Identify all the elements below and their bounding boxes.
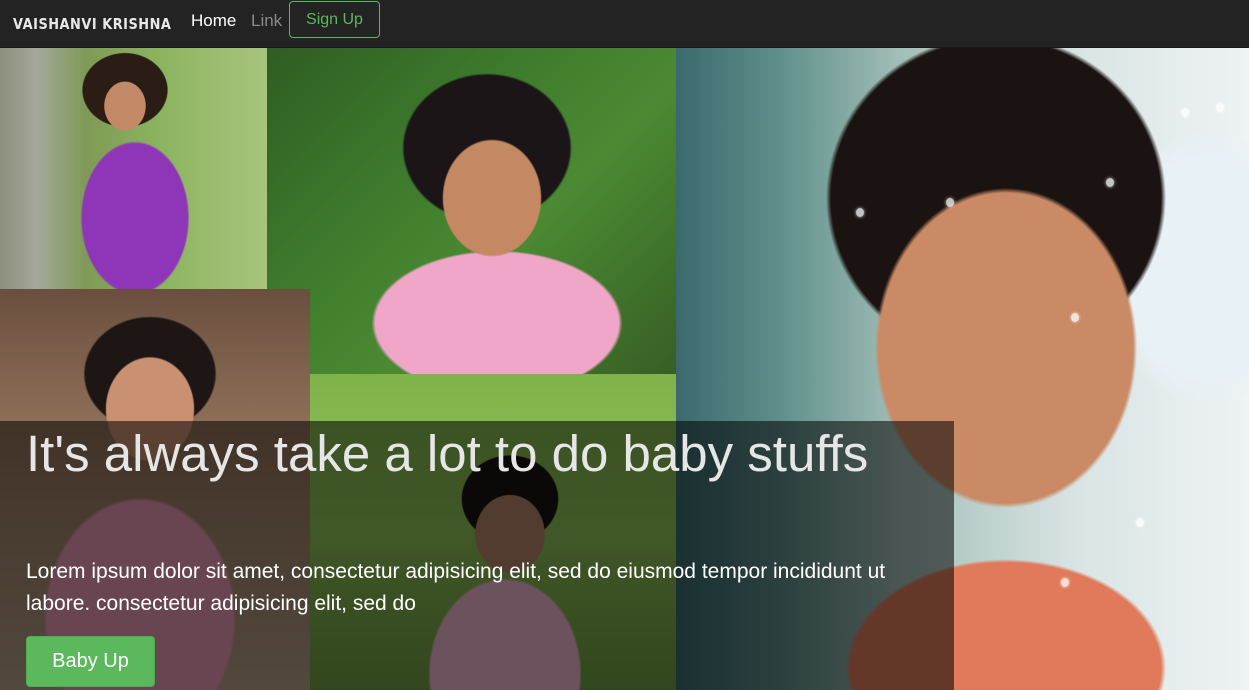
water-drop [946,198,954,207]
hero-title: It's always take a lot to do baby stuffs [26,425,869,482]
water-drop [1181,108,1189,117]
water-drop [1136,518,1144,527]
water-drop [1216,103,1224,112]
baby-up-button[interactable]: Baby Up [26,636,155,687]
water-drop [1071,313,1079,322]
water-drop [1106,178,1114,187]
baby-photo-pink-dress-grass [267,48,676,374]
nav-link-home[interactable]: Home [191,11,236,31]
sign-up-button[interactable]: Sign Up [289,1,380,38]
water-drop [1061,578,1069,587]
water-drop [856,208,864,217]
top-navbar: VAISHANVI KRISHNA Home Link Sign Up [0,0,1249,48]
hero-description: Lorem ipsum dolor sit amet, consectetur … [26,560,886,615]
nav-link-link[interactable]: Link [251,11,282,31]
brand-logo[interactable]: VAISHANVI KRISHNA [13,15,171,33]
baby-photo-purple-dress [0,48,267,289]
